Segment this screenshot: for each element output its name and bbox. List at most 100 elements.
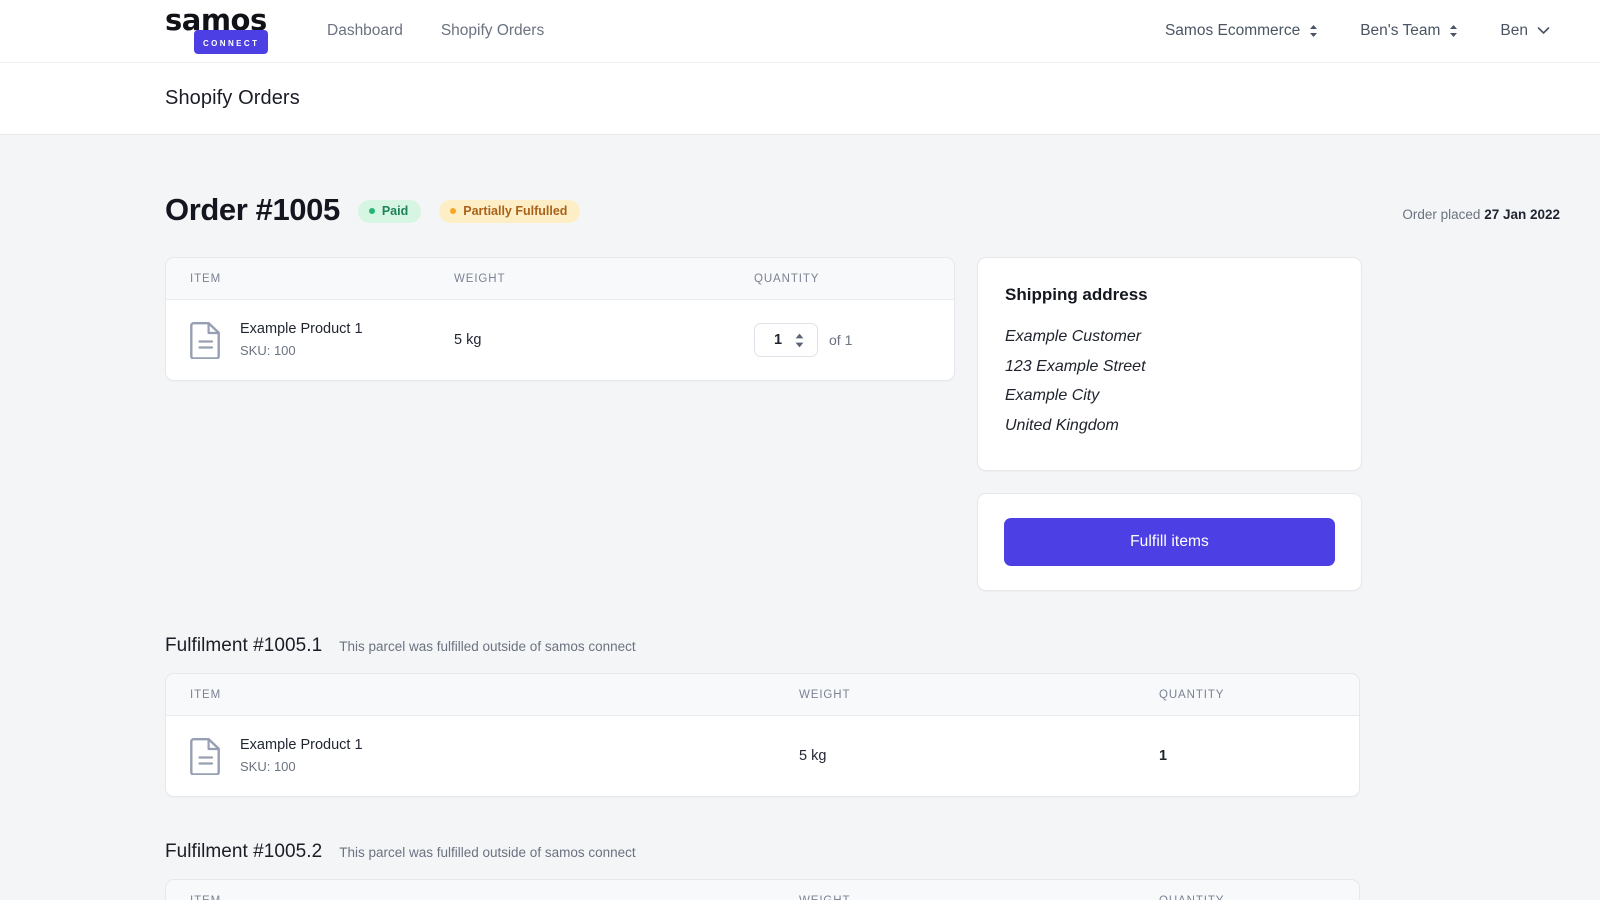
shipping-address-line: Example City	[1005, 381, 1334, 411]
order-placed-label: Order placed	[1402, 207, 1480, 222]
fulfilment-section-1: Fulfilment #1005.1 This parcel was fulfi…	[165, 635, 1560, 797]
up-down-chevron-icon	[1309, 24, 1318, 38]
item-text-block: Example Product 1 SKU: 100	[240, 320, 363, 360]
order-items-table: ITEM WEIGHT QUANTITY	[166, 258, 954, 380]
order-header: Order #1005 Paid Partially Fulfulled Ord…	[165, 183, 1560, 227]
order-items-card: ITEM WEIGHT QUANTITY	[165, 257, 955, 381]
fulfilment-title: Fulfilment #1005.2	[165, 841, 322, 863]
order-side-column: Shipping address Example Customer 123 Ex…	[977, 257, 1362, 591]
fulfilment-items-table: ITEM WEIGHT QUANTITY	[166, 674, 1359, 796]
item-text-block: Example Product 1 SKU: 100	[240, 736, 363, 776]
document-icon	[190, 737, 222, 775]
team-switcher-label: Ben's Team	[1360, 22, 1440, 40]
primary-nav-links: Dashboard Shopify Orders	[327, 22, 544, 40]
column-header-quantity: QUANTITY	[1159, 880, 1359, 900]
cell-weight: 5 kg	[454, 300, 754, 381]
column-header-quantity: QUANTITY	[754, 258, 954, 300]
order-items-table-body: Example Product 1 SKU: 100 5 kg	[166, 300, 954, 381]
fulfilment-table-head: ITEM WEIGHT QUANTITY	[166, 880, 1359, 900]
cell-item: Example Product 1 SKU: 100	[166, 716, 799, 797]
fulfill-items-button[interactable]: Fulfill items	[1004, 518, 1335, 566]
main-content: Order #1005 Paid Partially Fulfulled Ord…	[0, 135, 1600, 900]
order-status-badges: Paid Partially Fulfulled	[358, 200, 581, 227]
fulfilment-table-body: Example Product 1 SKU: 100 5 kg 1	[166, 716, 1359, 797]
top-navigation-bar: samos CONNECT Dashboard Shopify Orders S…	[0, 0, 1600, 62]
quantity-input[interactable]	[770, 332, 786, 348]
logo-connect-badge: CONNECT	[194, 30, 268, 54]
table-header-row: ITEM WEIGHT QUANTITY	[166, 258, 954, 300]
shipping-address-line: 123 Example Street	[1005, 352, 1334, 382]
column-header-weight: WEIGHT	[799, 880, 1159, 900]
logo-connect-text: CONNECT	[203, 39, 259, 48]
item-sku: SKU: 100	[240, 757, 363, 776]
order-number-title: Order #1005	[165, 193, 340, 227]
status-badge-partial-label: Partially Fulfulled	[463, 204, 567, 218]
order-body-columns: ITEM WEIGHT QUANTITY	[165, 257, 1560, 591]
up-down-chevron-icon	[1449, 24, 1458, 38]
column-header-item: ITEM	[166, 880, 799, 900]
nav-link-shopify-orders[interactable]: Shopify Orders	[441, 22, 544, 40]
table-header-row: ITEM WEIGHT QUANTITY	[166, 674, 1359, 716]
fulfilment-note: This parcel was fulfilled outside of sam…	[339, 639, 635, 654]
org-switcher-label: Samos Ecommerce	[1165, 22, 1300, 40]
stepper-arrows[interactable]	[795, 333, 804, 348]
nav-right-group: Samos Ecommerce Ben's Team Ben	[1165, 22, 1560, 40]
status-badge-paid-label: Paid	[382, 204, 408, 218]
table-row: Example Product 1 SKU: 100 5 kg 1	[166, 716, 1359, 797]
fulfilment-items-card: ITEM WEIGHT QUANTITY	[165, 879, 1360, 900]
column-header-weight: WEIGHT	[799, 674, 1159, 716]
page-title: Shopify Orders	[165, 87, 300, 110]
shipping-address-line: United Kingdom	[1005, 411, 1334, 441]
quantity-control: of 1	[754, 323, 954, 357]
item-cell: Example Product 1 SKU: 100	[190, 320, 454, 360]
quantity-total-label: of 1	[829, 332, 852, 348]
status-dot-icon	[450, 208, 456, 214]
cell-weight: 5 kg	[799, 716, 1159, 797]
item-weight: 5 kg	[454, 332, 481, 348]
chevron-down-icon[interactable]	[795, 342, 804, 348]
fulfilment-header: Fulfilment #1005.1 This parcel was fulfi…	[165, 635, 1560, 657]
order-placed-info: Order placed 27 Jan 2022	[1402, 207, 1560, 222]
cell-quantity: of 1	[754, 300, 954, 381]
user-menu[interactable]: Ben	[1500, 22, 1550, 40]
item-quantity: 1	[1159, 748, 1167, 764]
fulfilment-header: Fulfilment #1005.2 This parcel was fulfi…	[165, 841, 1560, 863]
status-badge-partially-fulfilled: Partially Fulfulled	[439, 200, 580, 223]
fulfilment-items-card: ITEM WEIGHT QUANTITY	[165, 673, 1360, 797]
order-items-table-head: ITEM WEIGHT QUANTITY	[166, 258, 954, 300]
fulfilment-section-2: Fulfilment #1005.2 This parcel was fulfi…	[165, 841, 1560, 900]
fulfilment-title: Fulfilment #1005.1	[165, 635, 322, 657]
shipping-address-card: Shipping address Example Customer 123 Ex…	[977, 257, 1362, 471]
item-weight: 5 kg	[799, 748, 826, 764]
table-header-row: ITEM WEIGHT QUANTITY	[166, 880, 1359, 900]
page-title-bar: Shopify Orders	[0, 62, 1600, 135]
item-sku: SKU: 100	[240, 341, 363, 360]
table-row: Example Product 1 SKU: 100 5 kg	[166, 300, 954, 381]
chevron-down-icon	[1537, 26, 1550, 35]
cell-quantity: 1	[1159, 716, 1359, 797]
column-header-weight: WEIGHT	[454, 258, 754, 300]
user-menu-label: Ben	[1500, 22, 1528, 40]
team-switcher[interactable]: Ben's Team	[1360, 22, 1458, 40]
shipping-address-title: Shipping address	[1005, 285, 1334, 305]
order-items-column: ITEM WEIGHT QUANTITY	[165, 257, 955, 381]
column-header-item: ITEM	[166, 674, 799, 716]
fulfilment-note: This parcel was fulfilled outside of sam…	[339, 845, 635, 860]
status-dot-icon	[369, 208, 375, 214]
chevron-up-icon[interactable]	[795, 333, 804, 339]
column-header-item: ITEM	[166, 258, 454, 300]
column-header-quantity: QUANTITY	[1159, 674, 1359, 716]
cell-item: Example Product 1 SKU: 100	[166, 300, 454, 381]
fulfilment-table-head: ITEM WEIGHT QUANTITY	[166, 674, 1359, 716]
nav-link-dashboard[interactable]: Dashboard	[327, 22, 403, 40]
order-actions-card: Fulfill items	[977, 493, 1362, 591]
order-placed-date: 27 Jan 2022	[1484, 207, 1560, 222]
status-badge-paid: Paid	[358, 200, 421, 223]
document-icon	[190, 321, 222, 359]
org-switcher[interactable]: Samos Ecommerce	[1165, 22, 1318, 40]
item-cell: Example Product 1 SKU: 100	[190, 736, 799, 776]
item-name: Example Product 1	[240, 736, 363, 755]
samos-connect-logo[interactable]: samos CONNECT	[165, 7, 283, 54]
item-name: Example Product 1	[240, 320, 363, 339]
quantity-stepper[interactable]	[754, 323, 818, 357]
